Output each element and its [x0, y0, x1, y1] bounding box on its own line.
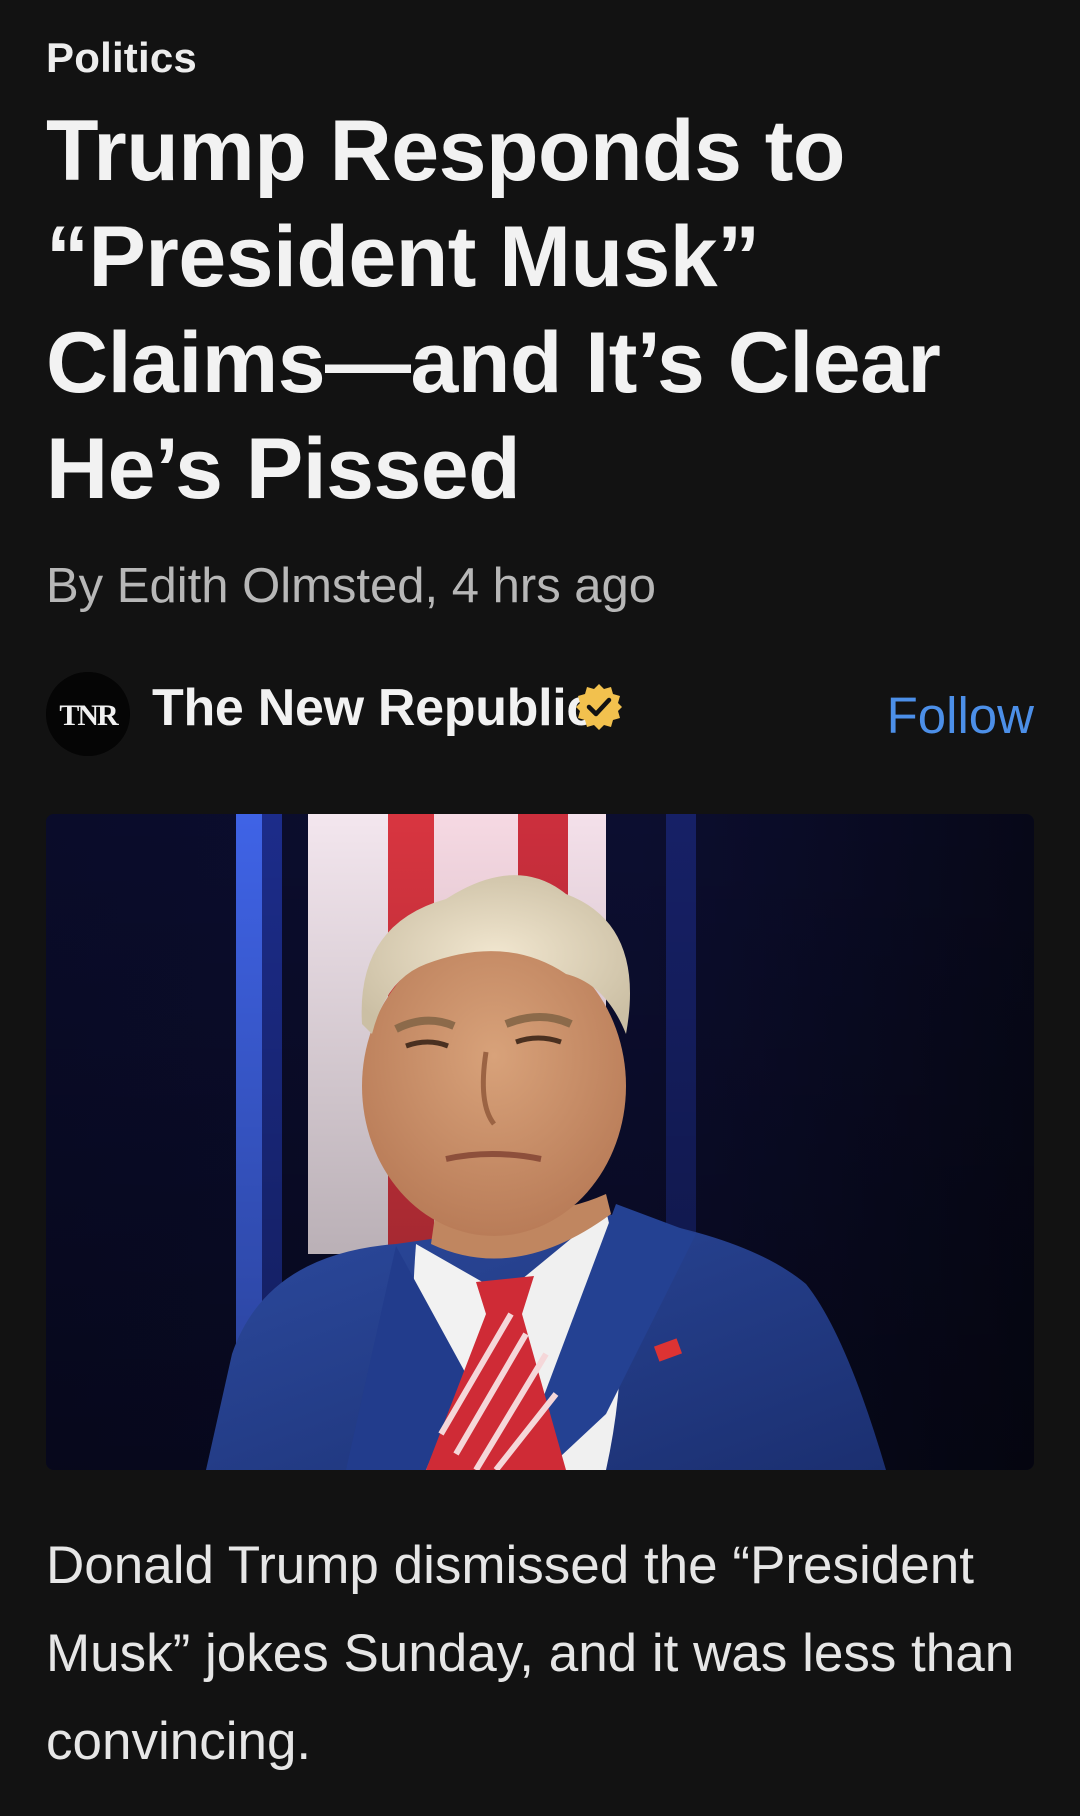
article-headline: Trump Responds to “President Musk” Claim…	[46, 103, 941, 517]
hero-photo	[46, 814, 1034, 1470]
source-logo-mark: TNR	[46, 672, 130, 756]
source-logo[interactable]: TNR	[46, 672, 130, 756]
verified-badge-icon	[576, 684, 622, 730]
article-byline: By Edith Olmsted, 4 hrs ago	[46, 559, 657, 613]
follow-button[interactable]: Follow	[887, 686, 1034, 745]
article-category[interactable]: Politics	[46, 34, 197, 82]
source-logo-text: TNR	[59, 699, 119, 732]
source-name[interactable]: The New Republic	[152, 678, 595, 738]
article-hero-image[interactable]	[46, 814, 1034, 1470]
article-summary: Donald Trump dismissed the “President Mu…	[46, 1536, 1015, 1771]
source-row: TNR The New Republic Follow	[46, 672, 1034, 756]
